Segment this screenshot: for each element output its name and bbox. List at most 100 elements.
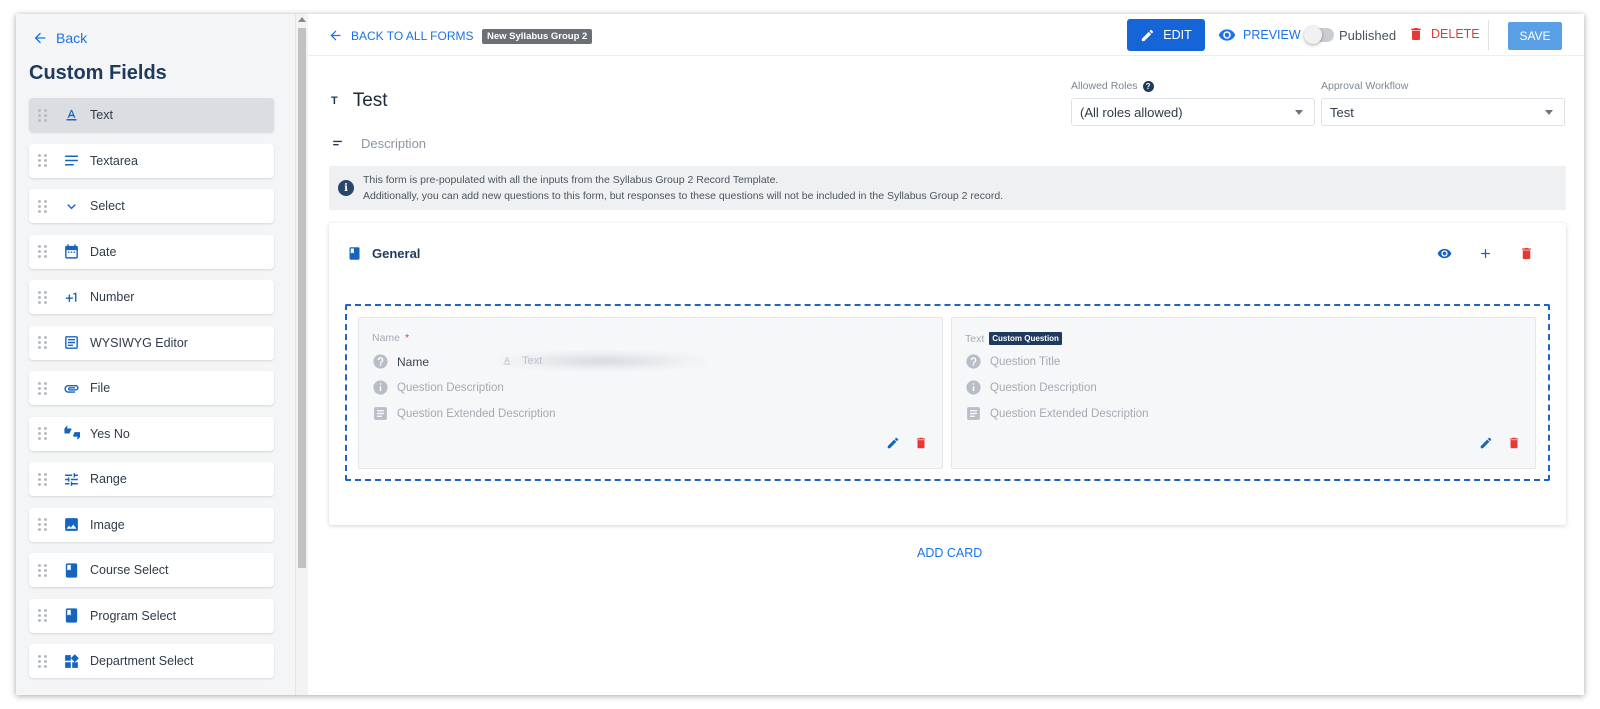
ghost-label: Text xyxy=(522,355,543,367)
trash-icon[interactable] xyxy=(1518,245,1534,261)
scrollbar-thumb[interactable] xyxy=(298,28,306,568)
pencil-icon[interactable] xyxy=(886,436,900,450)
chevron-down-icon xyxy=(62,197,80,215)
question-description-row[interactable]: Question Description xyxy=(965,379,1097,396)
help-icon[interactable]: ? xyxy=(1142,80,1154,92)
published-label: Published xyxy=(1339,28,1397,43)
question-custom-text[interactable]: Text Custom Question Question Title Ques… xyxy=(951,317,1536,469)
question-description-row[interactable]: Question Description xyxy=(372,379,504,396)
allowed-roles-label-text: Allowed Roles xyxy=(1071,80,1138,92)
drag-handle-icon[interactable] xyxy=(38,427,48,441)
field-item-yes-no[interactable]: Yes No xyxy=(29,416,274,451)
add-card-button[interactable]: ADD CARD xyxy=(917,546,982,560)
trash-icon[interactable] xyxy=(1507,436,1521,450)
allowed-roles-select[interactable]: (All roles allowed) xyxy=(1071,98,1315,126)
field-item-label: WYSIWYG Editor xyxy=(90,335,188,350)
drag-handle-icon[interactable] xyxy=(38,154,48,168)
form-description-row[interactable]: Description xyxy=(331,136,426,151)
save-button[interactable]: SAVE xyxy=(1508,22,1562,50)
book-icon xyxy=(349,247,360,260)
drag-handle-icon[interactable] xyxy=(38,381,48,395)
info-line-2: Additionally, you can add new questions … xyxy=(363,190,1004,202)
drag-handle-icon[interactable] xyxy=(38,245,48,259)
question-title-row[interactable]: Question Title xyxy=(965,353,1060,370)
field-item-text[interactable]: Text xyxy=(29,98,274,132)
field-item-number[interactable]: Number xyxy=(29,280,274,314)
field-item-label: Program Select xyxy=(90,608,177,623)
scroll-up-arrow-icon[interactable] xyxy=(298,17,306,22)
pencil-icon[interactable] xyxy=(1479,436,1493,450)
form-title[interactable]: Test xyxy=(353,90,388,112)
drag-handle-icon[interactable] xyxy=(38,472,48,486)
field-item-course-select[interactable]: Course Select xyxy=(29,553,274,587)
back-link-label: Back xyxy=(56,30,88,46)
delete-button[interactable]: DELETE xyxy=(1408,26,1480,42)
field-item-label: Department Select xyxy=(90,654,194,668)
question-actions xyxy=(886,436,928,450)
field-item-wysiwyg[interactable]: WYSIWYG Editor xyxy=(29,325,274,360)
field-item-label: Select xyxy=(90,199,125,213)
form-editor: BACK TO ALL FORMS New Syllabus Group 2 E… xyxy=(308,14,1584,695)
question-type-label: Text Custom Question xyxy=(965,332,1062,345)
field-item-department-select[interactable]: Department Select xyxy=(29,644,274,678)
edit-button[interactable]: EDIT xyxy=(1127,19,1205,51)
custom-question-badge: Custom Question xyxy=(989,332,1062,345)
sidebar-scrollbar[interactable] xyxy=(296,14,308,695)
text-format-icon xyxy=(503,357,511,365)
app-window: Back Custom Fields Text Textarea Select xyxy=(16,14,1584,695)
editor-icon xyxy=(62,334,80,352)
plus-one-icon xyxy=(62,288,80,306)
approval-workflow-select[interactable]: Test xyxy=(1321,98,1565,126)
field-item-range[interactable]: Range xyxy=(29,462,274,496)
field-item-select[interactable]: Select xyxy=(29,189,274,223)
drag-handle-icon[interactable] xyxy=(38,199,48,213)
allowed-roles-value: (All roles allowed) xyxy=(1080,104,1183,120)
drag-handle-icon[interactable] xyxy=(38,336,48,350)
plus-icon[interactable] xyxy=(1477,245,1493,261)
back-link[interactable]: Back xyxy=(32,30,87,46)
tune-sliders-icon xyxy=(62,470,80,488)
back-to-all-forms-label: BACK TO ALL FORMS xyxy=(351,28,474,43)
calendar-icon xyxy=(62,243,80,261)
field-item-label: Date xyxy=(90,244,117,259)
info-icon: i xyxy=(338,180,354,196)
drag-handle-icon[interactable] xyxy=(38,609,48,623)
book-icon xyxy=(62,607,80,625)
drag-handle-icon[interactable] xyxy=(38,290,48,304)
published-toggle[interactable] xyxy=(1304,26,1334,44)
question-extended-row[interactable]: Question Extended Description xyxy=(965,405,1149,422)
card-title[interactable]: General xyxy=(372,246,420,261)
arrow-left-icon xyxy=(330,30,341,41)
field-item-label: Textarea xyxy=(90,153,138,168)
field-item-date[interactable]: Date xyxy=(29,234,274,269)
question-extended-row[interactable]: Question Extended Description xyxy=(372,405,556,422)
drag-handle-icon[interactable] xyxy=(38,654,48,668)
back-to-all-forms-link[interactable]: BACK TO ALL FORMS xyxy=(328,28,473,43)
drag-handle-icon[interactable] xyxy=(38,563,48,577)
question-name[interactable]: Name * Name Text Question Description Qu… xyxy=(358,317,943,469)
field-item-file[interactable]: File xyxy=(29,371,274,405)
trash-icon[interactable] xyxy=(914,436,928,450)
question-type-text: Text xyxy=(965,332,985,345)
question-extended-description: Question Extended Description xyxy=(397,407,556,420)
field-item-program-select[interactable]: Program Select xyxy=(29,598,274,633)
drag-handle-icon[interactable] xyxy=(38,108,48,122)
question-dropzone[interactable]: Name * Name Text Question Description Qu… xyxy=(345,304,1550,481)
field-item-textarea[interactable]: Textarea xyxy=(29,143,274,178)
field-item-label: Yes No xyxy=(90,426,130,441)
form-description[interactable]: Description xyxy=(361,136,426,151)
form-title-row[interactable]: T Test xyxy=(331,90,388,112)
field-item-label: Course Select xyxy=(90,563,169,577)
approval-workflow-label: Approval Workflow xyxy=(1321,80,1409,92)
image-icon xyxy=(62,516,80,534)
preview-button[interactable]: PREVIEW xyxy=(1218,26,1301,44)
article-icon xyxy=(372,405,389,422)
drag-handle-icon[interactable] xyxy=(38,518,48,532)
field-item-label: Text xyxy=(90,108,113,122)
eye-icon[interactable] xyxy=(1436,245,1452,261)
question-title-row[interactable]: Name xyxy=(372,353,429,370)
preview-button-label: PREVIEW xyxy=(1243,28,1301,42)
field-item-label: Image xyxy=(90,517,125,532)
card-header: General xyxy=(347,245,420,262)
field-item-image[interactable]: Image xyxy=(29,507,274,542)
